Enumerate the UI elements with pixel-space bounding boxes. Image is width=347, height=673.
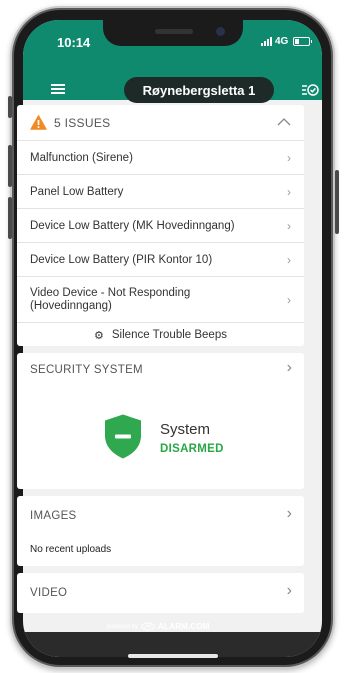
home-indicator[interactable] (128, 654, 218, 658)
chevron-right-icon: › (287, 151, 291, 165)
brand-name: ALARM.COM (158, 622, 210, 631)
security-system-card: SECURITY SYSTEM › System DISARMED (17, 353, 304, 489)
checklist-icon[interactable] (301, 82, 319, 98)
signal-icon (261, 37, 272, 46)
issues-card: 5 ISSUES Malfunction (Sirene) › Panel Lo… (17, 105, 304, 346)
issue-item[interactable]: Device Low Battery (MK Hovedinngang) › (17, 208, 304, 243)
location-selector[interactable]: Røynebergsletta 1 (124, 77, 274, 103)
mute-switch (8, 96, 12, 118)
issue-label: Panel Low Battery (30, 186, 124, 198)
battery-icon (293, 37, 313, 46)
chevron-right-icon: › (286, 582, 292, 599)
chevron-right-icon: › (287, 253, 291, 267)
chevron-right-icon: › (287, 219, 291, 233)
chevron-up-icon (277, 118, 291, 126)
gear-icon: ⚙ (94, 329, 104, 342)
arming-status[interactable]: System DISARMED (17, 403, 304, 473)
silence-trouble-beeps-button[interactable]: ⚙ Silence Trouble Beeps (17, 322, 304, 347)
power-button (335, 170, 339, 234)
silence-label: Silence Trouble Beeps (111, 329, 227, 341)
issues-header[interactable]: 5 ISSUES (17, 105, 304, 140)
issue-item[interactable]: Panel Low Battery › (17, 174, 304, 209)
powered-by: powered by ALARM.COM (107, 622, 210, 631)
issue-item[interactable]: Device Low Battery (PIR Kontor 10) › (17, 242, 304, 277)
images-header[interactable]: IMAGES › (17, 496, 304, 534)
security-system-header[interactable]: SECURITY SYSTEM › (17, 353, 304, 387)
issue-label: Device Low Battery (MK Hovedinngang) (30, 220, 235, 232)
chevron-right-icon: › (286, 505, 292, 522)
warning-icon (30, 115, 47, 130)
hamburger-menu-icon[interactable] (51, 84, 65, 94)
video-title: VIDEO (30, 587, 68, 599)
video-header[interactable]: VIDEO › (17, 573, 304, 613)
images-title: IMAGES (30, 510, 77, 522)
issue-label: Malfunction (Sirene) (30, 152, 133, 164)
video-card: VIDEO › (17, 573, 304, 613)
shield-icon (105, 414, 141, 459)
powered-by-text: powered by (107, 623, 139, 630)
alarm-logo-icon (141, 622, 155, 631)
issues-title: 5 ISSUES (54, 116, 111, 130)
chevron-right-icon: › (286, 359, 292, 376)
issue-item[interactable]: Video Device - Not Responding (Hovedinng… (17, 276, 304, 323)
network-type: 4G (275, 36, 289, 47)
status-indicators: 4G (261, 36, 313, 47)
front-camera (216, 27, 225, 36)
phone-notch (103, 20, 243, 46)
speaker-grille (155, 29, 193, 34)
volume-down-button (8, 197, 12, 239)
chevron-right-icon: › (287, 185, 291, 199)
system-label: System (160, 421, 211, 438)
volume-up-button (8, 145, 12, 187)
chevron-right-icon: › (287, 293, 291, 307)
status-time: 10:14 (57, 35, 91, 50)
issue-label: Video Device - Not Responding (Hovedinng… (30, 287, 191, 312)
security-system-title: SECURITY SYSTEM (30, 364, 143, 376)
no-uploads-text: No recent uploads (30, 544, 112, 555)
issue-item[interactable]: Malfunction (Sirene) › (17, 140, 304, 175)
arming-state: DISARMED (160, 443, 224, 455)
images-card: IMAGES › No recent uploads (17, 496, 304, 566)
issue-label: Device Low Battery (PIR Kontor 10) (30, 254, 213, 266)
